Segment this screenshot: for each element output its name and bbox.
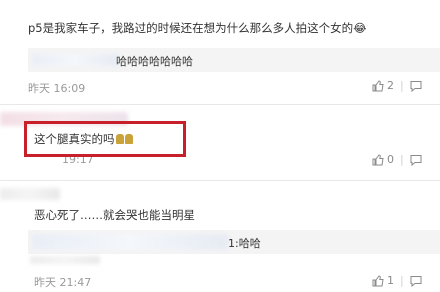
comment-3-time: 昨天 21:47 — [34, 276, 92, 289]
thumbs-up-icon — [372, 79, 384, 91]
comment-1-time: 昨天 16:09 — [28, 82, 86, 95]
reply-icon[interactable] — [410, 154, 422, 166]
comment-divider — [0, 180, 440, 181]
reply-icon[interactable] — [410, 80, 422, 92]
reply-icon[interactable] — [410, 275, 422, 287]
red-highlight-box — [24, 121, 186, 157]
thumbs-up-icon — [372, 153, 384, 165]
comment-3-text: 恶心死了……就会哭也能当明星 — [34, 208, 195, 222]
like-count: 1 — [387, 274, 394, 287]
comment-1-reply-text: 哈哈哈哈哈哈哈 — [116, 55, 193, 68]
comment-1-actions: 2 | — [372, 79, 422, 92]
redacted-text — [30, 256, 100, 264]
comment-1-reply-box[interactable]: 哈哈哈哈哈哈哈 — [28, 48, 440, 72]
like-count: 0 — [387, 153, 394, 166]
redacted-avatar-name — [0, 188, 60, 200]
like-button[interactable]: 0 — [372, 153, 394, 166]
like-button[interactable]: 2 — [372, 79, 394, 92]
comment-3-reply-box[interactable]: 1:哈哈 — [28, 230, 440, 254]
redacted-username — [32, 234, 228, 250]
comment-2-actions: 0 | — [372, 153, 422, 166]
comment-3-actions: 1 | — [372, 274, 422, 287]
like-button[interactable]: 1 — [372, 274, 394, 287]
comment-3-reply-text: 1:哈哈 — [228, 237, 261, 250]
comment-divider — [0, 104, 440, 105]
divider-bar: | — [400, 274, 404, 287]
redacted-username — [32, 54, 118, 66]
thumbs-up-icon — [372, 274, 384, 286]
divider-bar: | — [400, 79, 404, 92]
divider-bar: | — [400, 153, 404, 166]
comment-1-text: p5是我家车子，我路过的时候还在想为什么那么多人拍这个女的😂 — [28, 21, 367, 35]
like-count: 2 — [387, 79, 394, 92]
